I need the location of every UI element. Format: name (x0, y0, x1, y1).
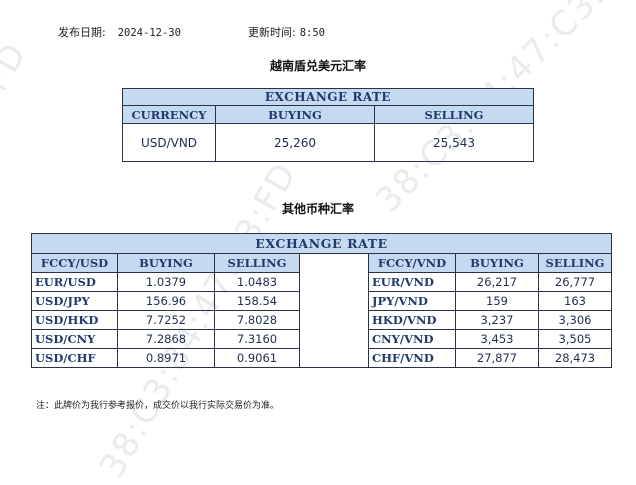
gap-cell (299, 348, 369, 368)
pair-cell: EUR/USD (31, 271, 118, 292)
pair-cell: USD/HKD (31, 309, 118, 330)
pair-cell: EUR/VND (368, 271, 456, 292)
col-currency: CURRENCY (122, 105, 216, 124)
col-buying-left: BUYING (117, 253, 215, 273)
col-buying: BUYING (215, 105, 375, 124)
selling-cell: 3,306 (538, 309, 612, 330)
col-selling: SELLING (374, 105, 534, 124)
gap-cell (299, 329, 369, 348)
selling-cell: 163 (538, 290, 612, 311)
pair-cell: USD/CNY (31, 328, 118, 349)
release-date: 发布日期: 2024-12-30 (58, 24, 181, 40)
pair-cell: JPY/VND (368, 290, 456, 311)
currency-cell: USD/VND (122, 123, 216, 162)
other-currencies-table: EXCHANGE RATE FCCY/USD BUYING SELLING FC… (31, 233, 612, 368)
gap-cell (299, 310, 369, 329)
gap-cell (299, 272, 369, 291)
col-fccy-vnd: FCCY/VND (368, 253, 456, 273)
buying-cell: 3,237 (455, 309, 539, 330)
buying-cell: 0.8971 (117, 347, 215, 368)
pair-cell: USD/JPY (31, 290, 118, 311)
exchange-rate-band: EXCHANGE RATE (122, 88, 534, 106)
col-selling-left: SELLING (214, 253, 300, 273)
buying-cell: 156.96 (117, 290, 215, 311)
disclaimer-note: 注：此牌价为我行参考报价，成交价以我行实际交易价为准。 (36, 401, 280, 411)
col-buying-right: BUYING (455, 253, 539, 273)
table-row: USD/VND 25,260 25,543 (122, 123, 534, 162)
pair-cell: HKD/VND (368, 309, 456, 330)
exchange-rate-band: EXCHANGE RATE (31, 233, 612, 254)
release-date-value: 2024-12-30 (117, 27, 181, 39)
selling-cell: 25,543 (374, 123, 534, 162)
section1-title: 越南盾兑美元汇率 (269, 59, 366, 73)
buying-cell: 7.7252 (117, 309, 215, 330)
selling-cell: 158.54 (214, 290, 300, 311)
buying-cell: 26,217 (455, 271, 539, 292)
buying-cell: 1.0379 (117, 271, 215, 292)
table-row: USD/CNY 7.2868 7.3160 CNY/VND 3,453 3,50… (31, 328, 612, 349)
col-selling-right: SELLING (538, 253, 612, 273)
usd-vnd-table: EXCHANGE RATE CURRENCY BUYING SELLING US… (122, 88, 534, 162)
table-row: USD/CHF 0.8971 0.9061 CHF/VND 27,877 28,… (31, 347, 612, 368)
release-date-label: 发布日期: (58, 26, 106, 39)
selling-cell: 26,777 (538, 271, 612, 292)
selling-cell: 7.3160 (214, 328, 300, 349)
update-time-value: 8:50 (299, 27, 326, 39)
buying-cell: 7.2868 (117, 328, 215, 349)
update-time-label: 更新时间: (248, 26, 296, 39)
pair-cell: CHF/VND (368, 347, 456, 368)
selling-cell: 1.0483 (214, 271, 300, 292)
buying-cell: 25,260 (215, 123, 375, 162)
table-row: EUR/USD 1.0379 1.0483 EUR/VND 26,217 26,… (31, 271, 612, 292)
section2-title: 其他币种汇率 (281, 202, 354, 216)
gap-cell (299, 253, 369, 272)
table-row: USD/JPY 156.96 158.54 JPY/VND 159 163 (31, 290, 612, 311)
pair-cell: CNY/VND (368, 328, 456, 349)
pair-cell: USD/CHF (31, 347, 118, 368)
update-time: 更新时间: 8:50 (248, 24, 325, 40)
selling-cell: 7.8028 (214, 309, 300, 330)
selling-cell: 0.9061 (214, 347, 300, 368)
gap-cell (299, 291, 369, 310)
table-row: USD/HKD 7.7252 7.8028 HKD/VND 3,237 3,30… (31, 309, 612, 330)
col-fccy-usd: FCCY/USD (31, 253, 118, 273)
buying-cell: 27,877 (455, 347, 539, 368)
selling-cell: 3,505 (538, 328, 612, 349)
selling-cell: 28,473 (538, 347, 612, 368)
buying-cell: 3,453 (455, 328, 539, 349)
buying-cell: 159 (455, 290, 539, 311)
